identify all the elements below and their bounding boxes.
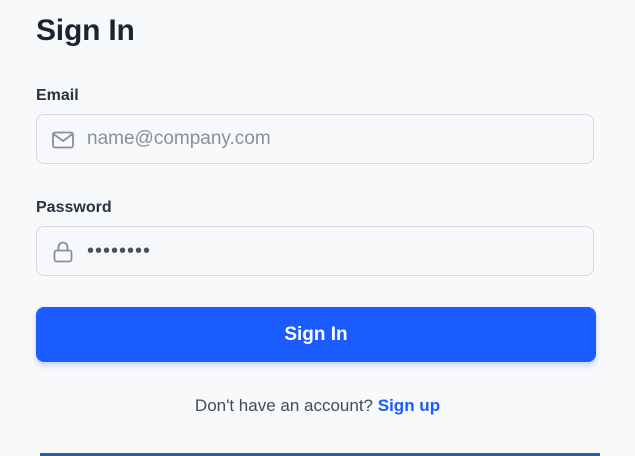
password-input[interactable] bbox=[87, 227, 577, 275]
mail-icon bbox=[51, 128, 75, 152]
sign-up-link[interactable]: Sign up bbox=[378, 396, 440, 415]
sign-in-page: Sign In Email Password Sign In Don't hav… bbox=[0, 0, 635, 456]
email-input[interactable] bbox=[87, 115, 577, 163]
page-title: Sign In bbox=[36, 14, 135, 47]
signup-prompt-text: Don't have an account? bbox=[194, 396, 374, 415]
email-label: Email bbox=[36, 87, 79, 104]
sign-in-button[interactable]: Sign In bbox=[36, 307, 596, 362]
password-label: Password bbox=[36, 199, 112, 216]
password-field[interactable] bbox=[36, 226, 594, 276]
email-field[interactable] bbox=[36, 114, 594, 164]
signup-prompt: Don't have an account? Sign up bbox=[0, 396, 635, 416]
lock-icon bbox=[51, 240, 75, 264]
